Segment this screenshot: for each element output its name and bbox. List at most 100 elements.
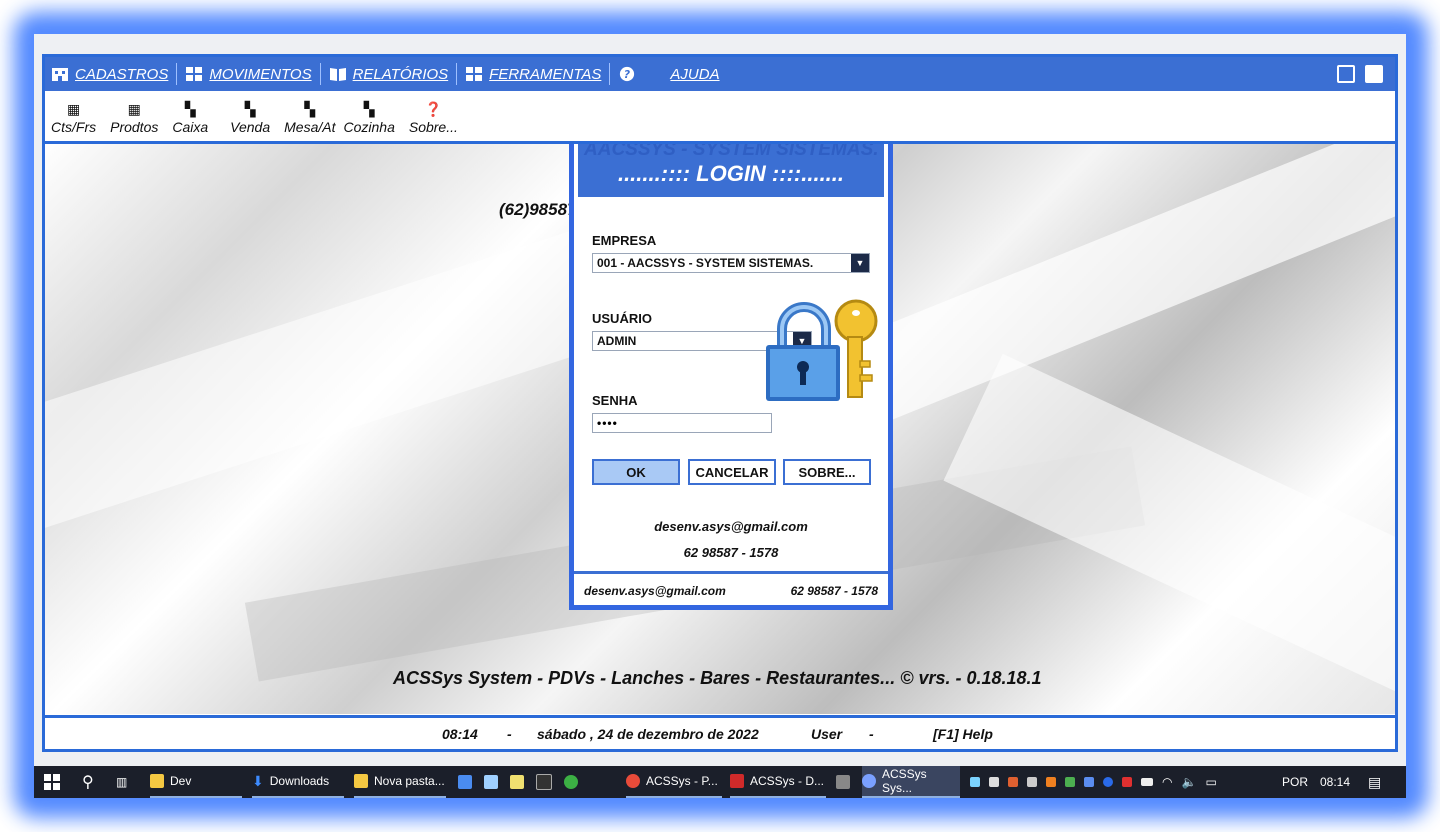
taskbar-item-acssys-sys[interactable]: ACSSys Sys... — [862, 766, 960, 798]
shield-icon[interactable] — [1122, 777, 1132, 787]
status-help: [F1] Help — [933, 726, 993, 742]
taskbar: ⚲ ▥ Dev ⬇ Downloads Nova pasta... ACSSys… — [34, 766, 1406, 798]
calculator-button[interactable] — [836, 766, 850, 798]
tools-icon — [466, 67, 483, 81]
toolbar-label: Cozinha — [343, 119, 395, 135]
task-view-button[interactable]: ▥ — [116, 766, 127, 798]
toolbar-mesa-button[interactable]: ▚ Mesa/At — [284, 101, 335, 141]
tray-icon[interactable] — [989, 777, 999, 787]
tray-icon[interactable] — [1065, 777, 1075, 787]
start-button[interactable] — [44, 766, 60, 798]
status-bar: 08:14 - sábado , 24 de dezembro de 2022 … — [45, 715, 1395, 749]
taskbar-item-downloads[interactable]: ⬇ Downloads — [252, 766, 344, 798]
menu-separator — [456, 63, 458, 85]
password-field[interactable]: •••• — [592, 413, 772, 433]
workspace-background: (62)98587-1578 - claudio.desenv18@gmail.… — [45, 144, 1395, 714]
about-button[interactable]: SOBRE... — [783, 459, 871, 485]
grid-icon: ▚ — [304, 101, 316, 117]
taskbar-label: ACSSys Sys... — [882, 767, 927, 795]
menu-bar: CADASTROS MOVIMENTOS RELATÓRIOS FERRAMEN… — [45, 57, 1395, 91]
toolbar: ▦ Cts/Frs ▦ Prodtos ▚ Caixa ▚ Venda ▚ Me… — [45, 91, 1395, 144]
bluetooth-icon[interactable] — [1103, 777, 1113, 787]
windows-icon[interactable] — [1365, 65, 1383, 83]
menu-cadastros-label: CADASTROS — [75, 65, 169, 83]
image-icon[interactable] — [1337, 65, 1355, 83]
tray-icon[interactable] — [1027, 777, 1037, 787]
chevron-down-icon[interactable]: ▼ — [851, 254, 869, 272]
wifi-icon[interactable]: ◠ — [1162, 775, 1172, 789]
taskbar-item-nova-pasta[interactable]: Nova pasta... — [354, 766, 446, 798]
language-indicator[interactable]: POR — [1282, 775, 1308, 789]
menu-ferramentas[interactable]: FERRAMENTAS — [459, 57, 607, 91]
taskbar-item-acssys-p[interactable]: ACSSys - P... — [626, 766, 722, 798]
tray-icon[interactable] — [1008, 777, 1018, 787]
grid-icon: ▚ — [363, 101, 375, 117]
menu-ajuda[interactable]: ? AJUDA — [612, 57, 725, 91]
taskbar-item-dev[interactable]: Dev — [150, 766, 242, 798]
tray-icon[interactable] — [1084, 777, 1094, 787]
toolbar-prodtos-button[interactable]: ▦ Prodtos — [110, 101, 158, 141]
toolbar-cts-frs-button[interactable]: ▦ Cts/Frs — [51, 101, 96, 141]
taskbar-item-acssys-d[interactable]: ACSSys - D... — [730, 766, 826, 798]
login-title: .......:::: LOGIN ::::....... — [617, 161, 845, 186]
app-version-title: ACSSys System - PDVs - Lanches - Bares -… — [393, 668, 1042, 688]
terminal-icon[interactable] — [536, 774, 552, 790]
senha-label: SENHA — [592, 393, 638, 408]
toolbar-sobre-button[interactable]: ❓ Sobre... — [409, 101, 458, 141]
lock-key-icon — [766, 299, 878, 401]
taskbar-label: ACSSys - P... — [646, 774, 718, 788]
calculator-icon — [836, 775, 850, 789]
toolbar-label: Venda — [230, 119, 271, 135]
dialog-email: desenv.asys@gmail.com — [654, 519, 808, 534]
search-button[interactable]: ⚲ — [82, 766, 94, 798]
volume-icon[interactable]: 🔈 — [1181, 775, 1196, 789]
battery-icon[interactable] — [1141, 778, 1153, 786]
empresa-select[interactable]: 001 - AACSSYS - SYSTEM SISTEMAS. ▼ — [592, 253, 870, 273]
status-separator: - — [869, 726, 874, 742]
notepad-icon[interactable] — [484, 775, 498, 789]
empresa-label: EMPRESA — [592, 233, 657, 248]
system-tray: ◠ 🔈 ▭ — [970, 766, 1217, 798]
download-icon: ⬇ — [252, 772, 264, 789]
notes-icon[interactable] — [510, 775, 524, 789]
dialog-footer: desenv.asys@gmail.com 62 98587 - 1578 — [574, 571, 888, 608]
login-dialog: AACSSYS - SYSTEM SISTEMAS. .......:::: L… — [569, 144, 893, 610]
menu-separator — [319, 63, 321, 85]
taskbar-label: Nova pasta... — [374, 774, 445, 788]
usuario-value: ADMIN — [597, 334, 637, 348]
building-icon: ▦ — [127, 101, 141, 117]
building-icon — [52, 68, 68, 81]
task-view-icon: ▥ — [116, 775, 128, 789]
search-icon: ⚲ — [82, 774, 94, 791]
store-icon[interactable] — [458, 775, 472, 789]
menu-movimentos-label: MOVIMENTOS — [209, 65, 312, 83]
usuario-label: USUÁRIO — [592, 311, 652, 326]
notification-button[interactable]: ▤ — [1368, 766, 1381, 798]
toolbar-caixa-button[interactable]: ▚ Caixa — [172, 101, 208, 141]
toolbar-cozinha-button[interactable]: ▚ Cozinha — [343, 101, 394, 141]
taskbar-label: Downloads — [269, 774, 330, 788]
footer-email: desenv.asys@gmail.com — [584, 584, 726, 598]
toolbar-venda-button[interactable]: ▚ Venda — [230, 101, 270, 141]
empresa-value: 001 - AACSSYS - SYSTEM SISTEMAS. — [597, 256, 814, 270]
meet-icon[interactable]: ▭ — [1205, 775, 1216, 789]
book-icon — [329, 68, 346, 81]
menu-separator — [609, 63, 611, 85]
menu-cadastros[interactable]: CADASTROS — [45, 57, 174, 91]
password-value: •••• — [597, 416, 618, 430]
tray-icon[interactable] — [1046, 777, 1056, 787]
menu-ajuda-label: AJUDA — [670, 65, 720, 83]
ok-button[interactable]: OK — [592, 459, 680, 485]
toolbar-label: Sobre... — [408, 119, 458, 135]
login-title-bar: AACSSYS - SYSTEM SISTEMAS. .......:::: L… — [578, 144, 884, 197]
tray-icon[interactable] — [970, 777, 980, 787]
menu-movimentos[interactable]: MOVIMENTOS — [179, 57, 317, 91]
chrome-icon — [626, 774, 640, 788]
cancel-button[interactable]: CANCELAR — [688, 459, 776, 485]
devexpress-icon — [730, 774, 744, 788]
menu-ferramentas-label: FERRAMENTAS — [489, 65, 602, 83]
app-icon[interactable] — [564, 775, 578, 789]
menu-relatorios[interactable]: RELATÓRIOS — [323, 57, 455, 91]
taskbar-clock[interactable]: 08:14 — [1320, 775, 1350, 789]
status-user-label: User — [811, 726, 843, 742]
